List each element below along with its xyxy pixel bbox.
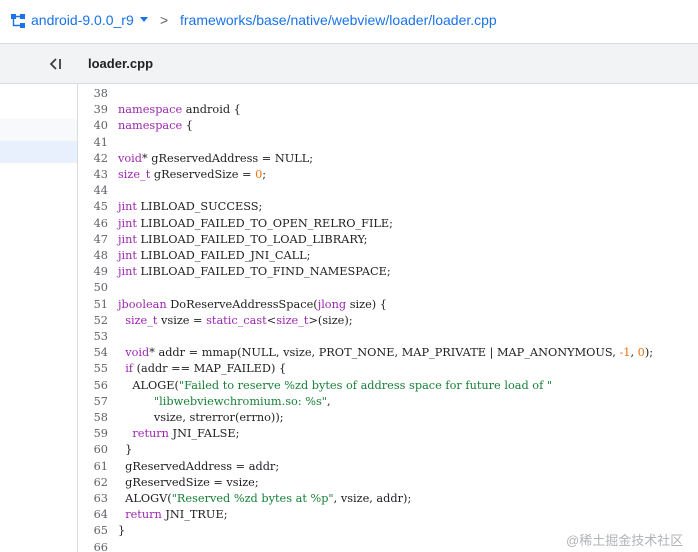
code-line: 63 ALOGV("Reserved %zd bytes at %p", vsi… <box>78 491 698 507</box>
line-number[interactable]: 45 <box>78 199 108 215</box>
line-number[interactable]: 51 <box>78 297 108 313</box>
code-text: } <box>118 443 133 457</box>
code-line: 43 size_t gReservedSize = 0; <box>78 167 698 183</box>
line-number[interactable]: 61 <box>78 459 108 475</box>
code-line: 55 if (addr == MAP_FAILED) { <box>78 361 698 377</box>
file-tree-row-selected[interactable] <box>0 141 77 163</box>
code-text: jint LIBLOAD_SUCCESS; <box>118 200 263 214</box>
code-line: 53 <box>78 329 698 345</box>
file-header: loader.cpp <box>78 44 698 84</box>
collapse-panel-icon[interactable] <box>48 57 62 71</box>
code-text: return JNI_TRUE; <box>125 508 228 522</box>
code-line: 45 jint LIBLOAD_SUCCESS; <box>78 199 698 215</box>
line-number[interactable]: 62 <box>78 475 108 491</box>
file-tree-panel <box>0 44 78 552</box>
line-number[interactable]: 55 <box>78 361 108 377</box>
collapse-panel-button[interactable] <box>0 44 78 84</box>
code-text: namespace { <box>118 119 193 133</box>
breadcrumb-path[interactable]: frameworks/base/native/webview/loader/lo… <box>180 12 497 28</box>
code-text: namespace android { <box>118 103 241 117</box>
top-bar: android-9.0.0_r9 > frameworks/base/nativ… <box>0 0 698 44</box>
line-number[interactable]: 38 <box>78 86 108 102</box>
line-number[interactable]: 52 <box>78 313 108 329</box>
code-line: 61 gReservedAddress = addr; <box>78 459 698 475</box>
line-number[interactable]: 65 <box>78 523 108 539</box>
code-text: size_t vsize = static_cast<size_t>(size)… <box>125 313 353 327</box>
line-number[interactable]: 43 <box>78 167 108 183</box>
code-line: 49 jint LIBLOAD_FAILED_TO_FIND_NAMESPACE; <box>78 264 698 280</box>
code-text: void* addr = mmap(NULL, vsize, PROT_NONE… <box>125 346 654 360</box>
line-number[interactable]: 44 <box>78 183 108 199</box>
code-view: 38 39 namespace android { 40 namespace { 41 42… <box>78 84 698 552</box>
code-text: jint LIBLOAD_FAILED_TO_OPEN_RELRO_FILE; <box>118 216 393 230</box>
code-line: 38 <box>78 86 698 102</box>
code-text: ALOGE("Failed to reserve %zd bytes of ad… <box>118 378 553 392</box>
code-text: size_t gReservedSize = 0; <box>118 168 267 181</box>
code-line: 57 "libwebviewchromium.so: %s", <box>78 394 698 410</box>
code-text: jint LIBLOAD_FAILED_JNI_CALL; <box>118 249 311 262</box>
code-line: 51 jboolean DoReserveAddressSpace(jlong s… <box>78 297 698 313</box>
line-number[interactable]: 48 <box>78 248 108 264</box>
code-text: return JNI_FALSE; <box>132 427 240 441</box>
code-line: 54 void* addr = mmap(NULL, vsize, PROT_N… <box>78 345 698 361</box>
code-text: jboolean DoReserveAddressSpace(jlong siz… <box>118 297 387 311</box>
code-text: if (addr == MAP_FAILED) { <box>125 362 287 376</box>
code-text: vsize, strerror(errno)); <box>118 411 284 424</box>
code-text: } <box>118 524 126 538</box>
code-line: 39 namespace android { <box>78 102 698 118</box>
code-text: void* gReservedAddress = NULL; <box>118 151 314 165</box>
code-text: gReservedSize = vsize; <box>118 475 259 489</box>
line-number[interactable]: 66 <box>78 540 108 552</box>
line-number[interactable]: 58 <box>78 410 108 426</box>
code-text: ALOGV("Reserved %zd bytes at %p", vsize,… <box>118 492 412 505</box>
code-line: 60 } <box>78 442 698 458</box>
code-line: 42 void* gReservedAddress = NULL; <box>78 151 698 167</box>
watermark: @稀土掘金技术社区 <box>566 533 684 548</box>
repo-icon <box>11 14 25 28</box>
code-text: jint LIBLOAD_FAILED_TO_LOAD_LIBRARY; <box>118 232 368 246</box>
line-number[interactable]: 39 <box>78 102 108 118</box>
line-number[interactable]: 42 <box>78 151 108 167</box>
line-number[interactable]: 53 <box>78 329 108 345</box>
file-tree-row[interactable] <box>0 119 77 142</box>
code-line: 47 jint LIBLOAD_FAILED_TO_LOAD_LIBRARY; <box>78 232 698 248</box>
code-text: "libwebviewchromium.so: %s", <box>153 394 331 408</box>
code-text: gReservedAddress = addr; <box>118 459 280 473</box>
line-number[interactable]: 57 <box>78 394 108 410</box>
code-line: 40 namespace { <box>78 118 698 134</box>
line-number[interactable]: 47 <box>78 232 108 248</box>
code-line: 44 <box>78 183 698 199</box>
code-line: 50 <box>78 280 698 296</box>
line-number[interactable]: 50 <box>78 280 108 296</box>
line-number[interactable]: 41 <box>78 135 108 151</box>
code-line: 62 gReservedSize = vsize; <box>78 475 698 491</box>
code-line: 58 vsize, strerror(errno)); <box>78 410 698 426</box>
line-number[interactable]: 40 <box>78 118 108 134</box>
branch-selector[interactable]: android-9.0.0_r9 <box>31 12 134 28</box>
code-line: 56 ALOGE("Failed to reserve %zd bytes of… <box>78 378 698 394</box>
line-number[interactable]: 64 <box>78 507 108 523</box>
code-line: 64 return JNI_TRUE; <box>78 507 698 523</box>
code-text: jint LIBLOAD_FAILED_TO_FIND_NAMESPACE; <box>118 265 391 279</box>
code-line: 41 <box>78 135 698 151</box>
line-number[interactable]: 54 <box>78 345 108 361</box>
code-line: 48 jint LIBLOAD_FAILED_JNI_CALL; <box>78 248 698 264</box>
line-number[interactable]: 56 <box>78 378 108 394</box>
code-line: 46 jint LIBLOAD_FAILED_TO_OPEN_RELRO_FILE… <box>78 216 698 232</box>
code-line: 59 return JNI_FALSE; <box>78 426 698 442</box>
line-number[interactable]: 63 <box>78 491 108 507</box>
file-name: loader.cpp <box>88 56 154 71</box>
line-number[interactable]: 46 <box>78 216 108 232</box>
breadcrumb-separator: > <box>160 12 169 28</box>
line-number[interactable]: 59 <box>78 426 108 442</box>
code-line: 52 size_t vsize = static_cast<size_t>(si… <box>78 313 698 329</box>
line-number[interactable]: 60 <box>78 442 108 458</box>
line-number[interactable]: 49 <box>78 264 108 280</box>
